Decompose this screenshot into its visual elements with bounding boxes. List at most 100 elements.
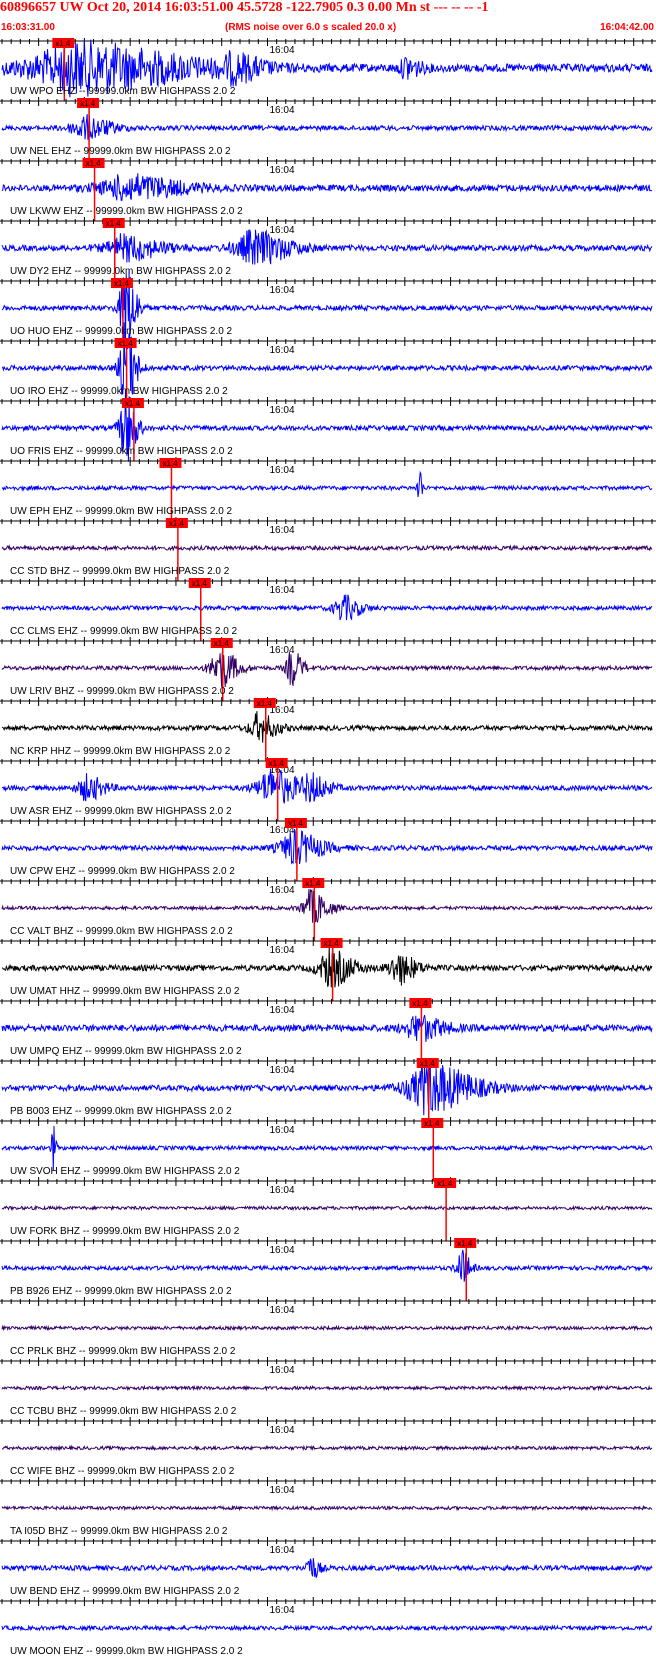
seismogram-panel: 16:04 x1.4 UW WPO EHZ -- 99999.0km BW HIGH… <box>0 38 656 1657</box>
station-label: UW NEL EHZ -- 99999.0km BW HIGHPASS 2.0 … <box>10 146 231 157</box>
trace-row: 16:04 x1.4 CC CLMS EHZ -- 99999.0km BW HIG… <box>0 577 656 641</box>
trace-row: 16:04 x1.4 UW NEL EHZ -- 99999.0km BW HIGH… <box>0 97 656 161</box>
trace-row: 16:04 x1.4 UW FORK BHZ -- 99999.0km BW HIG… <box>0 1177 656 1241</box>
station-label: UW FORK BHZ -- 99999.0km BW HIGHPASS 2.0… <box>10 1226 240 1237</box>
minute-tick-label: 16:04 <box>269 105 294 116</box>
station-label: UW MOON EHZ -- 99999.0km BW HIGHPASS 2.0… <box>10 1646 243 1657</box>
station-label: UO FRIS EHZ -- 99999.0km BW HIGHPASS 2.0… <box>10 446 233 457</box>
trace-row: 16:04 x1.4 UW EPH EHZ -- 99999.0km BW HIGH… <box>0 457 656 521</box>
waveform-trace <box>1 1624 653 1632</box>
waveform-trace <box>1 470 653 498</box>
pick-label: x1.4 <box>424 1119 440 1128</box>
pick-label: x1.4 <box>257 699 273 708</box>
waveform-trace <box>1 651 653 688</box>
pick-label: x1.4 <box>106 219 122 228</box>
pick-label: x1.4 <box>288 819 304 828</box>
waveform-trace <box>1 173 653 201</box>
pick-label: x1.4 <box>114 279 130 288</box>
minute-tick-label: 16:04 <box>269 465 294 476</box>
pick-label: x1.4 <box>125 399 141 408</box>
pick-label: x1.4 <box>162 459 178 468</box>
trace-row: 16:04 x1.4 PB B003 EHZ -- 99999.0km BW HIG… <box>0 1057 656 1121</box>
station-label: UW ASR EHZ -- 99999.0km BW HIGHPASS 2.0 … <box>10 806 232 817</box>
start-time: 16:03:31.00 <box>1 22 55 33</box>
station-label: UW LKWW EHZ -- 99999.0km BW HIGHPASS 2.0… <box>10 206 243 217</box>
pick-label: x1.4 <box>269 759 285 768</box>
minute-tick-label: 16:04 <box>269 45 294 56</box>
minute-tick-label: 16:04 <box>269 585 294 596</box>
trace-row: 16:04 x1.4 UW LKWW EHZ -- 99999.0km BW HIG… <box>0 157 656 221</box>
pick-label: x1.4 <box>437 1179 453 1188</box>
event-title: 60896657 UW Oct 20, 2014 16:03:51.00 45.… <box>0 0 489 15</box>
trace-row: 16:04x1.4NC KRP HHZ -- 99999.0km BW HIGH… <box>0 697 656 761</box>
waveform-trace <box>1 888 653 923</box>
station-label: UW WPO EHZ -- 99999.0km BW HIGHPASS 2.0 … <box>10 86 236 97</box>
minute-tick-label: 16:04 <box>269 1545 294 1556</box>
station-label: CC VALT BHZ -- 99999.0km BW HIGHPASS 2.0… <box>10 926 233 937</box>
end-time: 16:04:42.00 <box>600 22 654 33</box>
trace-row: 16:04 x1.4 UO FRIS EHZ -- 99999.0km BW HIG… <box>0 389 656 462</box>
minute-tick-label: 16:04 <box>269 525 294 536</box>
minute-tick-label: 16:04 <box>269 1005 294 1016</box>
waveform-trace <box>1 1014 653 1042</box>
minute-tick-label: 16:04 <box>269 885 294 896</box>
trace-row: 16:04 x1.4 UW UMAT HHZ -- 99999.0km BW HIG… <box>0 937 656 1001</box>
trace-row: 16:04x1.4UW ASR EHZ -- 99999.0km BW HIGH… <box>0 757 656 821</box>
trace-row: 16:04 UW MOON EHZ -- 99999.0km BW HIGHPAS… <box>0 1597 656 1657</box>
waveform-trace <box>1 1504 653 1512</box>
pick-label: x1.4 <box>192 579 208 588</box>
waveform-trace <box>1 594 653 621</box>
trace-row: 16:04 CC WIFE BHZ -- 99999.0km BW HIGHPAS… <box>0 1417 656 1477</box>
waveform-trace <box>1 1204 653 1212</box>
trace-row: 16:04 x1.4 UW SVOH EHZ -- 99999.0km BW HIG… <box>0 1117 656 1181</box>
waveform-trace <box>1 946 653 988</box>
station-label: UW SVOH EHZ -- 99999.0km BW HIGHPASS 2.0… <box>10 1166 240 1177</box>
minute-tick-label: 16:04 <box>269 405 294 416</box>
waveform-trace <box>1 544 653 552</box>
minute-tick-label: 16:04 <box>269 1365 294 1376</box>
station-label: UW EPH EHZ -- 99999.0km BW HIGHPASS 2.0 … <box>10 506 233 517</box>
station-label: PB B926 EHZ -- 99999.0km BW HIGHPASS 2.0… <box>10 1286 232 1297</box>
waveform-trace <box>1 1249 653 1282</box>
station-label: UW UMPQ EHZ -- 99999.0km BW HIGHPASS 2.0… <box>10 1046 242 1057</box>
minute-tick-label: 16:04 <box>269 1185 294 1196</box>
pick-label: x1.4 <box>55 39 71 48</box>
waveform-trace <box>1 229 653 265</box>
minute-tick-label: 16:04 <box>269 1245 294 1256</box>
trace-row: 16:04 x1.4 UW WPO EHZ -- 99999.0km BW HIGH… <box>0 38 656 101</box>
station-label: CC PRLK BHZ -- 99999.0km BW HIGHPASS 2.0… <box>10 1346 236 1357</box>
station-label: PB B003 EHZ -- 99999.0km BW HIGHPASS 2.0… <box>10 1106 232 1117</box>
trace-row: 16:04 x1.4 UW UMPQ EHZ -- 99999.0km BW HIG… <box>0 997 656 1061</box>
trace-row: 16:04 x1.4 CC STD BHZ -- 99999.0km BW HIGH… <box>0 517 656 581</box>
waveform-trace <box>1 1558 653 1578</box>
pick-label: x1.4 <box>412 999 428 1008</box>
station-label: CC CLMS EHZ -- 99999.0km BW HIGHPASS 2.0… <box>10 626 238 637</box>
pick-label: x1.4 <box>86 159 102 168</box>
trace-row: 16:04 x1.4 UO HUO EHZ -- 99999.0km BW HIGH… <box>0 270 656 347</box>
waveform-trace <box>1 1444 653 1452</box>
station-label: UW CPW EHZ -- 99999.0km BW HIGHPASS 2.0 … <box>10 866 235 877</box>
station-label: NC KRP HHZ -- 99999.0km BW HIGHPASS 2.0 … <box>10 746 231 757</box>
scaling-note: (RMS noise over 6.0 s scaled 20.0 x) <box>225 22 397 33</box>
pick-label: x1.4 <box>118 339 134 348</box>
minute-tick-label: 16:04 <box>269 225 294 236</box>
station-label: UW BEND EHZ -- 99999.0km BW HIGHPASS 2.0… <box>10 1586 240 1597</box>
trace-row: 16:04x1.4UW LRIV BHZ -- 99999.0km BW HIG… <box>0 637 656 701</box>
pick-label: x1.4 <box>80 99 96 108</box>
pick-label: x1.4 <box>324 939 340 948</box>
waveform-trace <box>1 1324 653 1332</box>
trace-row: 16:04 x1.4 PB B926 EHZ -- 99999.0km BW HIG… <box>0 1237 656 1301</box>
waveform-trace <box>1 1384 653 1392</box>
waveform-trace <box>1 768 653 804</box>
minute-tick-label: 16:04 <box>269 345 294 356</box>
waveform-trace <box>1 114 653 140</box>
trace-row: 16:04 CC TCBU BHZ -- 99999.0km BW HIGHPAS… <box>0 1357 656 1417</box>
station-label: UO HUO EHZ -- 99999.0km BW HIGHPASS 2.0 … <box>10 326 233 337</box>
minute-tick-label: 16:04 <box>269 1485 294 1496</box>
minute-tick-label: 16:04 <box>269 1605 294 1616</box>
pick-label: x1.4 <box>420 1059 436 1068</box>
waveform-trace <box>1 828 653 865</box>
trace-row: 16:04x1.4UW CPW EHZ -- 99999.0km BW HIGH… <box>0 817 656 881</box>
pick-label: x1.4 <box>305 879 321 888</box>
minute-tick-label: 16:04 <box>269 1065 294 1076</box>
